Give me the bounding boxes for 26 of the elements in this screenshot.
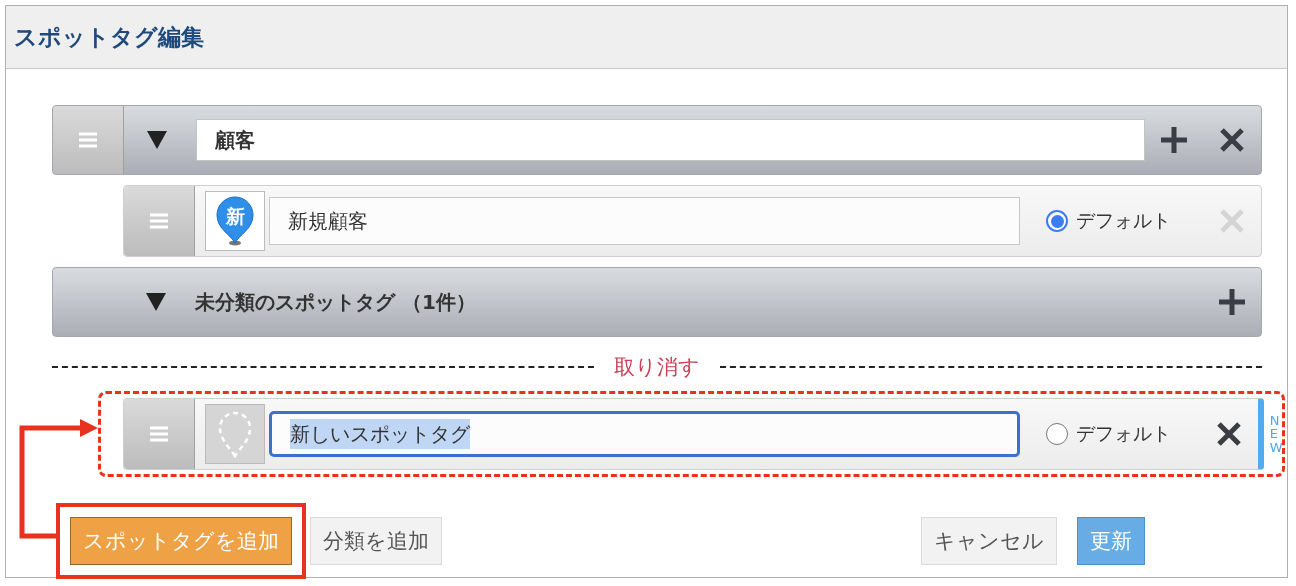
tag-icon-box[interactable] bbox=[205, 404, 265, 464]
cancel-button[interactable]: キャンセル bbox=[921, 517, 1057, 565]
empty-pin-icon bbox=[218, 410, 252, 458]
collapse-triangle-icon bbox=[146, 293, 166, 311]
category-name-field[interactable]: 顧客 bbox=[196, 119, 1145, 161]
undo-link[interactable]: 取り消す bbox=[614, 353, 700, 381]
tag-name-field[interactable]: 新しいスポットタグ bbox=[269, 411, 1020, 457]
close-icon bbox=[1219, 208, 1245, 234]
drag-handle-icon bbox=[150, 213, 168, 229]
drag-handle-icon bbox=[79, 132, 97, 148]
category-label: 未分類のスポットタグ （1件） bbox=[195, 288, 477, 316]
pin-label: 新 bbox=[225, 205, 245, 227]
default-radio[interactable]: デフォルト bbox=[1046, 208, 1203, 234]
plus-icon bbox=[1218, 288, 1246, 316]
window-title: スポットタグ編集 bbox=[14, 22, 204, 52]
default-radio[interactable]: デフォルト bbox=[1046, 421, 1200, 447]
drag-handle-icon bbox=[150, 426, 168, 442]
plus-icon bbox=[1160, 126, 1188, 154]
close-icon bbox=[1219, 127, 1245, 153]
tag-name-field[interactable]: 新規顧客 bbox=[269, 197, 1020, 245]
add-button[interactable]: 分類を追加 bbox=[310, 517, 442, 565]
close-icon bbox=[1215, 421, 1242, 447]
drag-handle[interactable] bbox=[124, 399, 195, 469]
drag-handle[interactable] bbox=[53, 106, 124, 174]
collapse-triangle-icon bbox=[147, 131, 167, 149]
drag-handle[interactable] bbox=[124, 186, 195, 256]
